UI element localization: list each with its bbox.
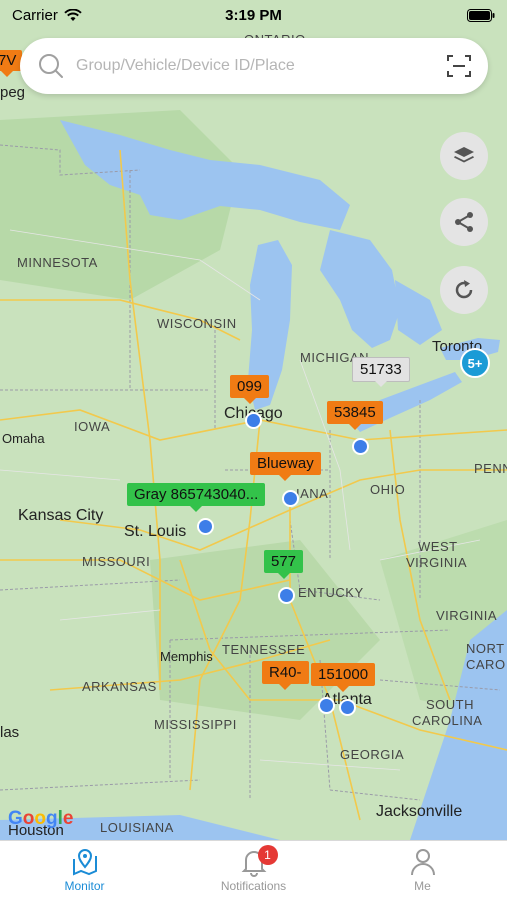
map-label-jacksonville: Jacksonville bbox=[376, 803, 463, 820]
share-icon bbox=[455, 212, 473, 232]
google-logo: Google bbox=[8, 808, 74, 829]
scan-icon[interactable] bbox=[446, 53, 472, 79]
map-label-caro: CARO bbox=[466, 657, 506, 672]
map-label-west-virginia: VIRGINIA bbox=[406, 555, 468, 570]
vehicle-marker[interactable] bbox=[339, 699, 356, 716]
wifi-icon bbox=[64, 8, 82, 21]
map-label-kentucky: ENTUCKY bbox=[298, 585, 364, 600]
map-label-louisiana: LOUISIANA bbox=[100, 820, 174, 835]
tab-bar: Monitor 1 Notifications Me bbox=[0, 840, 507, 901]
map-label-memphis: Memphis bbox=[160, 649, 213, 664]
vehicle-label-099[interactable]: 099 bbox=[230, 375, 270, 404]
map-label-kansas-city: Kansas City bbox=[18, 507, 104, 524]
vehicle-label-7v[interactable]: 7V bbox=[0, 50, 23, 77]
vehicle-label-577[interactable]: 577 bbox=[264, 550, 304, 579]
layers-icon bbox=[454, 147, 474, 163]
map-label-arkansas: ARKANSAS bbox=[82, 679, 157, 694]
map-label-omaha: Omaha bbox=[2, 431, 45, 446]
map-label-las: las bbox=[0, 724, 20, 741]
map-label-west: WEST bbox=[418, 539, 458, 554]
person-icon bbox=[410, 849, 435, 876]
map-label-peg: peg bbox=[0, 84, 26, 101]
map-label-iowa: IOWA bbox=[74, 419, 111, 434]
map-label-nort: NORT bbox=[466, 641, 505, 656]
map-label-south: SOUTH bbox=[426, 697, 474, 712]
vehicle-marker[interactable] bbox=[282, 490, 299, 507]
vehicle-label-51733[interactable]: 51733 bbox=[352, 357, 410, 387]
tab-monitor[interactable]: Monitor bbox=[0, 841, 169, 901]
vehicle-label-53845[interactable]: 53845 bbox=[327, 401, 383, 430]
vehicle-marker[interactable] bbox=[245, 412, 262, 429]
carrier-label: Carrier bbox=[12, 6, 58, 24]
vehicle-marker[interactable] bbox=[352, 438, 369, 455]
share-button[interactable] bbox=[440, 198, 488, 246]
map-pin-icon bbox=[72, 849, 97, 876]
tab-monitor-label: Monitor bbox=[64, 879, 105, 893]
search-bar[interactable]: Group/Vehicle/Device ID/Place bbox=[20, 38, 488, 94]
map-label-tennessee: TENNESSEE bbox=[222, 642, 306, 657]
tab-notifications-label: Notifications bbox=[220, 879, 287, 893]
map-label-mississippi: MISSISSIPPI bbox=[154, 717, 237, 732]
map-label-virginia: VIRGINIA bbox=[436, 608, 498, 623]
status-bar: Carrier 3:19 PM bbox=[0, 0, 507, 30]
map-label-st-louis: St. Louis bbox=[124, 523, 187, 540]
search-input[interactable]: Group/Vehicle/Device ID/Place bbox=[76, 57, 446, 75]
map-label-ohio: OHIO bbox=[370, 482, 406, 497]
tab-notifications[interactable]: 1 Notifications bbox=[169, 841, 338, 901]
tab-me[interactable]: Me bbox=[338, 841, 507, 901]
search-icon bbox=[39, 54, 63, 78]
map-label-indiana: IANA bbox=[296, 486, 329, 501]
refresh-icon bbox=[455, 280, 473, 299]
vehicle-marker[interactable] bbox=[197, 518, 214, 535]
battery-icon bbox=[467, 8, 495, 22]
map-label-wisconsin: WISCONSIN bbox=[157, 316, 237, 331]
vehicle-marker[interactable] bbox=[318, 697, 335, 714]
map-label-south-carolina: CAROLINA bbox=[412, 713, 483, 728]
layers-button[interactable] bbox=[440, 132, 488, 180]
vehicle-label-gray[interactable]: Gray 865743040... bbox=[127, 483, 266, 512]
map-label-penn: PENN bbox=[474, 461, 507, 476]
vehicle-label-blueway[interactable]: Blueway bbox=[250, 452, 321, 481]
map-label-missouri: MISSOURI bbox=[82, 554, 151, 569]
vehicle-label-151000[interactable]: 151000 bbox=[311, 663, 376, 692]
tab-me-label: Me bbox=[414, 879, 431, 893]
map-label-georgia: GEORGIA bbox=[340, 747, 405, 762]
notification-badge: 1 bbox=[257, 845, 278, 865]
cluster-marker[interactable]: 5+ bbox=[460, 348, 490, 378]
vehicle-label-r40[interactable]: R40- bbox=[262, 661, 309, 690]
map-label-minnesota: MINNESOTA bbox=[17, 255, 98, 270]
refresh-button[interactable] bbox=[440, 266, 488, 314]
vehicle-marker[interactable] bbox=[278, 587, 295, 604]
